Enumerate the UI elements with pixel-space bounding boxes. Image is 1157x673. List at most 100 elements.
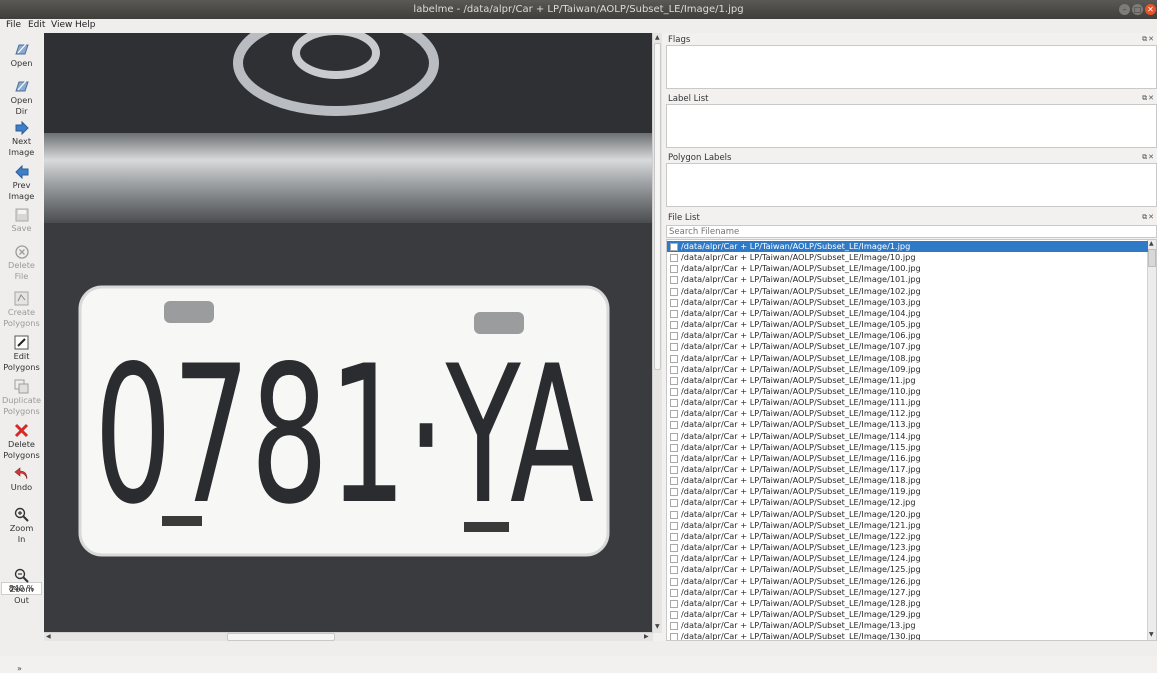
- delete-polygons-button[interactable]: Delete Polygons: [0, 423, 43, 460]
- duplicate-polygons-button[interactable]: Duplicate Polygons: [0, 379, 43, 416]
- file-checkbox[interactable]: [670, 387, 678, 396]
- delete-file-button[interactable]: Delete File: [0, 245, 43, 281]
- file-list-scroll-thumb[interactable]: [1148, 249, 1156, 267]
- file-list-item[interactable]: /data/alpr/Car + LP/Taiwan/AOLP/Subset_L…: [667, 341, 1148, 352]
- file-list-item[interactable]: /data/alpr/Car + LP/Taiwan/AOLP/Subset_L…: [667, 353, 1148, 364]
- file-checkbox[interactable]: [670, 633, 678, 640]
- file-list-item[interactable]: /data/alpr/Car + LP/Taiwan/AOLP/Subset_L…: [667, 609, 1148, 620]
- dock-float-close-buttons[interactable]: ⧉✕: [1142, 153, 1155, 162]
- file-checkbox[interactable]: [670, 510, 678, 519]
- open-dir-button[interactable]: Open Dir: [0, 78, 43, 116]
- file-checkbox[interactable]: [670, 555, 678, 564]
- file-list-item[interactable]: /data/alpr/Car + LP/Taiwan/AOLP/Subset_L…: [667, 263, 1148, 274]
- file-checkbox[interactable]: [670, 343, 678, 352]
- file-checkbox[interactable]: [670, 532, 678, 541]
- file-list-item[interactable]: /data/alpr/Car + LP/Taiwan/AOLP/Subset_L…: [667, 531, 1148, 542]
- file-list-item[interactable]: /data/alpr/Car + LP/Taiwan/AOLP/Subset_L…: [667, 631, 1148, 640]
- file-list-item[interactable]: /data/alpr/Car + LP/Taiwan/AOLP/Subset_L…: [667, 553, 1148, 564]
- file-checkbox[interactable]: [670, 243, 678, 251]
- file-checkbox[interactable]: [670, 432, 678, 441]
- file-checkbox[interactable]: [670, 309, 678, 318]
- undo-button[interactable]: Undo: [0, 466, 43, 493]
- file-list-item[interactable]: /data/alpr/Car + LP/Taiwan/AOLP/Subset_L…: [667, 297, 1148, 308]
- dock-float-close-buttons[interactable]: ⧉✕: [1142, 94, 1155, 103]
- file-list-item[interactable]: /data/alpr/Car + LP/Taiwan/AOLP/Subset_L…: [667, 397, 1148, 408]
- file-checkbox[interactable]: [670, 421, 678, 430]
- scroll-up-arrow[interactable]: ▲: [655, 34, 660, 41]
- canvas-vertical-scrollbar[interactable]: ▲ ▼: [652, 33, 662, 633]
- file-list-item[interactable]: /data/alpr/Car + LP/Taiwan/AOLP/Subset_L…: [667, 475, 1148, 486]
- file-list-item[interactable]: /data/alpr/Car + LP/Taiwan/AOLP/Subset_L…: [667, 419, 1148, 430]
- file-checkbox[interactable]: [670, 443, 678, 452]
- file-list-item[interactable]: /data/alpr/Car + LP/Taiwan/AOLP/Subset_L…: [667, 286, 1148, 297]
- zoom-in-button[interactable]: Zoom In: [0, 507, 43, 544]
- zoom-out-button[interactable]: Zoom Out: [0, 568, 43, 605]
- canvas-horizontal-scrollbar[interactable]: ◀ ▶: [44, 632, 653, 641]
- file-list-item[interactable]: /data/alpr/Car + LP/Taiwan/AOLP/Subset_L…: [667, 576, 1148, 587]
- file-checkbox[interactable]: [670, 454, 678, 463]
- minimize-button[interactable]: –: [1119, 4, 1130, 15]
- vertical-scroll-thumb[interactable]: [654, 43, 661, 370]
- file-checkbox[interactable]: [670, 321, 678, 330]
- file-list-item[interactable]: /data/alpr/Car + LP/Taiwan/AOLP/Subset_L…: [667, 308, 1148, 319]
- dock-float-close-buttons[interactable]: ⧉✕: [1142, 35, 1155, 44]
- image-canvas[interactable]: 0781·YA: [44, 33, 653, 633]
- file-checkbox[interactable]: [670, 254, 678, 263]
- file-list-item[interactable]: /data/alpr/Car + LP/Taiwan/AOLP/Subset_L…: [667, 587, 1148, 598]
- file-checkbox[interactable]: [670, 588, 678, 597]
- file-checkbox[interactable]: [670, 399, 678, 408]
- open-button[interactable]: Open: [0, 41, 43, 69]
- horizontal-scroll-thumb[interactable]: [227, 633, 335, 641]
- file-list-item[interactable]: /data/alpr/Car + LP/Taiwan/AOLP/Subset_L…: [667, 509, 1148, 520]
- file-list-item[interactable]: /data/alpr/Car + LP/Taiwan/AOLP/Subset_L…: [667, 252, 1148, 263]
- file-list-item[interactable]: /data/alpr/Car + LP/Taiwan/AOLP/Subset_L…: [667, 564, 1148, 575]
- file-checkbox[interactable]: [670, 610, 678, 619]
- file-checkbox[interactable]: [670, 577, 678, 586]
- scroll-right-arrow[interactable]: ▶: [644, 633, 649, 640]
- file-checkbox[interactable]: [670, 276, 678, 285]
- file-checkbox[interactable]: [670, 365, 678, 374]
- file-checkbox[interactable]: [670, 376, 678, 385]
- maximize-button[interactable]: □: [1132, 4, 1143, 15]
- file-list-item[interactable]: /data/alpr/Car + LP/Taiwan/AOLP/Subset_L…: [667, 408, 1148, 419]
- file-list-item[interactable]: /data/alpr/Car + LP/Taiwan/AOLP/Subset_L…: [667, 598, 1148, 609]
- file-checkbox[interactable]: [670, 622, 678, 631]
- file-list-item[interactable]: /data/alpr/Car + LP/Taiwan/AOLP/Subset_L…: [667, 386, 1148, 397]
- menu-file[interactable]: File: [6, 20, 21, 30]
- prev-image-button[interactable]: Prev Image: [0, 165, 43, 201]
- file-list-item[interactable]: /data/alpr/Car + LP/Taiwan/AOLP/Subset_L…: [667, 375, 1148, 386]
- file-checkbox[interactable]: [670, 354, 678, 363]
- file-checkbox[interactable]: [670, 566, 678, 575]
- toolbar-extension-button[interactable]: »: [17, 664, 22, 673]
- file-checkbox[interactable]: [670, 499, 678, 508]
- file-list-item[interactable]: /data/alpr/Car + LP/Taiwan/AOLP/Subset_L…: [667, 442, 1148, 453]
- menu-help[interactable]: Help: [75, 20, 96, 30]
- file-checkbox[interactable]: [670, 265, 678, 274]
- scroll-down-arrow[interactable]: ▼: [655, 623, 660, 630]
- file-checkbox[interactable]: [670, 599, 678, 608]
- save-button[interactable]: Save: [0, 208, 43, 234]
- file-checkbox[interactable]: [670, 298, 678, 307]
- file-list-scroll-up[interactable]: ▲: [1149, 240, 1154, 247]
- next-image-button[interactable]: Next Image: [0, 121, 43, 157]
- file-list-scrollbar[interactable]: ▲ ▼: [1147, 240, 1156, 640]
- file-checkbox[interactable]: [670, 466, 678, 474]
- file-checkbox[interactable]: [670, 287, 678, 296]
- file-list-item[interactable]: /data/alpr/Car + LP/Taiwan/AOLP/Subset_L…: [667, 520, 1148, 531]
- file-checkbox[interactable]: [670, 410, 678, 419]
- file-list-item[interactable]: /data/alpr/Car + LP/Taiwan/AOLP/Subset_L…: [667, 464, 1148, 475]
- menu-edit[interactable]: Edit: [28, 20, 45, 30]
- file-list-item[interactable]: /data/alpr/Car + LP/Taiwan/AOLP/Subset_L…: [667, 319, 1148, 330]
- file-checkbox[interactable]: [670, 332, 678, 341]
- file-list-item[interactable]: /data/alpr/Car + LP/Taiwan/AOLP/Subset_L…: [667, 542, 1148, 553]
- create-polygons-button[interactable]: Create Polygons: [0, 291, 43, 328]
- edit-polygons-button[interactable]: Edit Polygons: [0, 335, 43, 372]
- file-list-item[interactable]: /data/alpr/Car + LP/Taiwan/AOLP/Subset_L…: [667, 274, 1148, 285]
- file-list[interactable]: ▲ ▼ /data/alpr/Car + LP/Taiwan/AOLP/Subs…: [666, 239, 1157, 641]
- label-list[interactable]: [666, 104, 1157, 148]
- file-list-item[interactable]: /data/alpr/Car + LP/Taiwan/AOLP/Subset_L…: [667, 497, 1148, 508]
- close-window-button[interactable]: ✕: [1145, 4, 1156, 15]
- file-checkbox[interactable]: [670, 521, 678, 530]
- file-list-item[interactable]: /data/alpr/Car + LP/Taiwan/AOLP/Subset_L…: [667, 453, 1148, 464]
- file-list-item[interactable]: /data/alpr/Car + LP/Taiwan/AOLP/Subset_L…: [667, 486, 1148, 497]
